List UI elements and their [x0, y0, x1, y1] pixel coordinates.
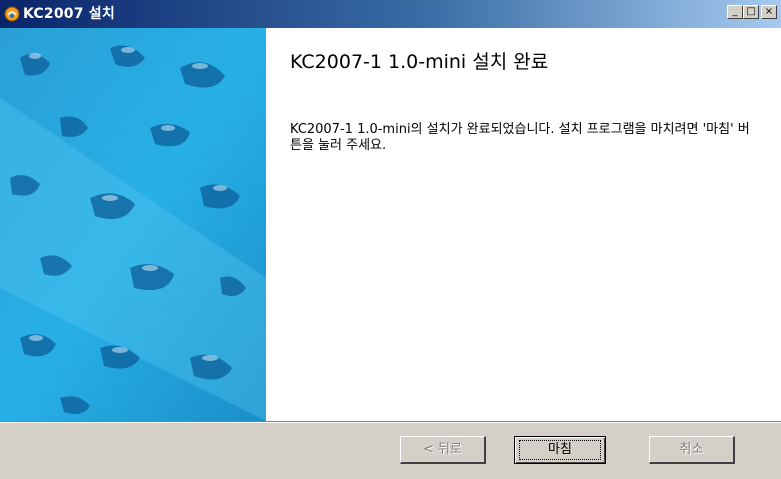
finish-button-label: 마침 [519, 440, 601, 460]
installer-window: KC2007 설치 _ □ × KC2007-1 1.0-mini 설치 완료 … [0, 0, 781, 479]
cancel-button[interactable]: 취소 [649, 436, 735, 464]
close-button[interactable]: × [761, 5, 777, 19]
title-bar[interactable]: KC2007 설치 _ □ × [0, 0, 781, 28]
back-button[interactable]: < 뒤로 [400, 436, 486, 464]
minimize-button[interactable]: _ [727, 5, 743, 19]
window-title: KC2007 설치 [23, 6, 115, 22]
installer-app-icon [4, 6, 20, 22]
content-panel: KC2007-1 1.0-mini 설치 완료 KC2007-1 1.0-min… [0, 28, 781, 421]
footer-separator [0, 421, 781, 423]
maximize-button[interactable]: □ [743, 5, 759, 19]
water-texture-banner [0, 28, 266, 421]
completion-message: KC2007-1 1.0-mini의 설치가 완료되었습니다. 설치 프로그램을… [290, 122, 750, 153]
page-heading: KC2007-1 1.0-mini 설치 완료 [290, 51, 549, 73]
finish-button[interactable]: 마침 [514, 436, 606, 464]
